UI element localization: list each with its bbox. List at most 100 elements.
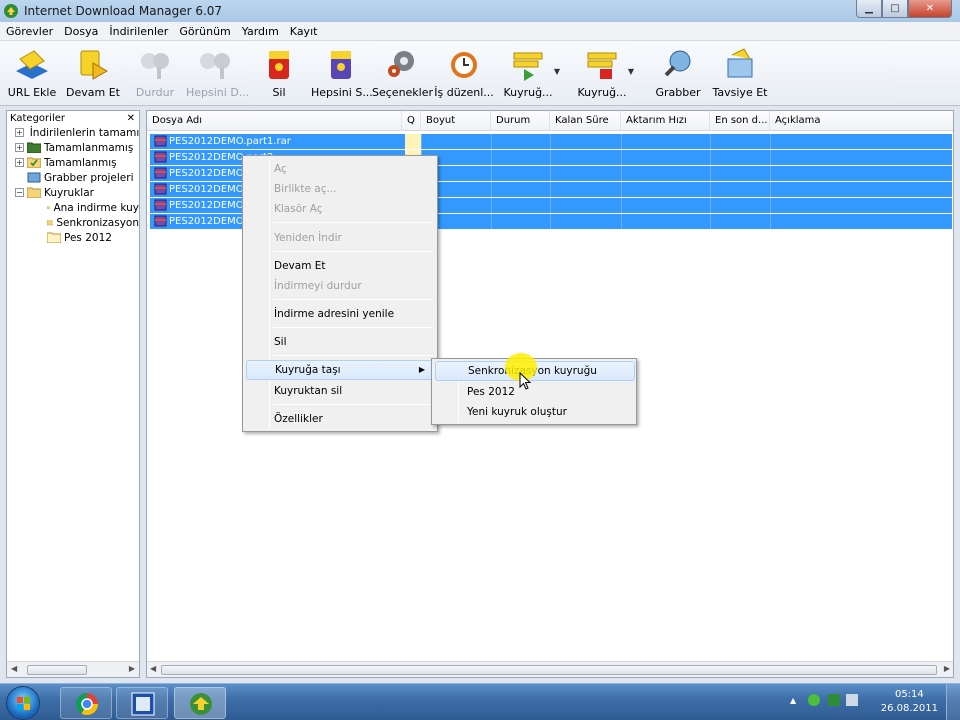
- tray-volume-icon[interactable]: [846, 694, 858, 706]
- close-button[interactable]: ✕: [908, 0, 952, 18]
- tray-idm-icon[interactable]: [828, 694, 840, 706]
- expand-icon[interactable]: +: [15, 143, 24, 152]
- queue-cell: [405, 134, 421, 149]
- collapse-icon[interactable]: −: [15, 188, 24, 197]
- table-row[interactable]: PES2012DEMO.part1.rar: [150, 134, 952, 149]
- tavsiye-et-button[interactable]: Tavsiye Et: [710, 45, 770, 99]
- secenekler-button[interactable]: Seçenekler: [372, 45, 433, 99]
- stop-queue-dropdown-icon[interactable]: ▼: [628, 67, 634, 76]
- taskbar-idm-button[interactable]: [174, 687, 226, 719]
- minimize-button[interactable]: ▁: [856, 0, 882, 18]
- menu-item-kuyruktan-sil[interactable]: Kuyruktan sil: [246, 381, 434, 401]
- start-queue-dropdown-icon[interactable]: ▼: [554, 67, 560, 76]
- category-tree: + İndirilenlerin tamamı + Tamamlanmamış …: [7, 125, 139, 245]
- categories-header: Kategoriler ✕: [10, 112, 135, 124]
- menu-kayit[interactable]: Kayıt: [284, 25, 323, 38]
- category-grabber-projects[interactable]: Grabber projeleri: [7, 170, 139, 185]
- expand-icon[interactable]: +: [15, 128, 24, 137]
- hepsini-durdur-button[interactable]: Hepsini D...: [186, 45, 249, 99]
- durdur-button[interactable]: Durdur: [125, 45, 185, 99]
- col-kalan-sure[interactable]: Kalan Süre: [550, 111, 621, 131]
- system-tray: ▲ 05:14 26.08.2011: [780, 684, 960, 720]
- col-en-son[interactable]: En son d...: [710, 111, 770, 131]
- kuyrugu-baslat-button[interactable]: Kuyruğ... ▼: [498, 45, 560, 99]
- menu-item-ac[interactable]: Aç: [246, 159, 434, 179]
- menu-item-ozellikler[interactable]: Özellikler: [246, 409, 434, 429]
- scrollbar-thumb[interactable]: [161, 665, 937, 675]
- show-desktop-button[interactable]: [946, 684, 960, 720]
- submenu-arrow-icon: ▶: [418, 365, 425, 374]
- start-button[interactable]: [6, 686, 40, 720]
- grabber-button[interactable]: Grabber: [648, 45, 708, 99]
- stop-icon: [141, 53, 169, 79]
- clock-time: 05:14: [894, 689, 924, 700]
- menu-item-devam-et[interactable]: Devam Et: [246, 256, 434, 276]
- expand-icon[interactable]: +: [15, 158, 24, 167]
- menu-separator: [273, 251, 433, 252]
- submenu-item-yeni-kuyruk[interactable]: Yeni kuyruk oluştur: [435, 402, 635, 422]
- clock[interactable]: 05:14 26.08.2011: [881, 688, 938, 716]
- menu-item-birlikte-ac[interactable]: Birlikte aç...: [246, 179, 434, 199]
- idm-logo-icon: [4, 4, 18, 18]
- scroll-right-icon[interactable]: ▶: [944, 664, 950, 673]
- category-all-downloads[interactable]: + İndirilenlerin tamamı: [7, 125, 139, 140]
- menu-gorevler[interactable]: Görevler: [0, 25, 58, 38]
- context-menu: Aç Birlikte aç... Klasör Aç Yeniden İndi…: [242, 155, 438, 432]
- resume-icon: [80, 50, 109, 80]
- col-boyut[interactable]: Boyut: [421, 111, 491, 131]
- taskbar-chrome-button[interactable]: [60, 687, 112, 719]
- queue-pes-2012[interactable]: Pes 2012: [7, 230, 139, 245]
- category-incomplete[interactable]: + Tamamlanmamış: [7, 140, 139, 155]
- windows-logo-icon: [17, 697, 30, 710]
- menu-item-adresi-yenile[interactable]: İndirme adresini yenile: [246, 304, 434, 324]
- toolbar: URL Ekle Devam Et Durdur Hepsini D... Si…: [0, 41, 960, 106]
- menu-item-indirmeyi-durdur[interactable]: İndirmeyi durdur: [246, 276, 434, 296]
- delete-all-icon: [331, 51, 351, 79]
- scrollbar-thumb[interactable]: [27, 665, 87, 675]
- menu-item-sil[interactable]: Sil: [246, 332, 434, 352]
- rar-file-icon: [154, 135, 167, 147]
- is-duzenleyici-button[interactable]: İş düzenl...: [434, 45, 494, 99]
- col-q[interactable]: Q: [402, 111, 421, 131]
- menu-item-kuyruga-tasi[interactable]: Kuyruğa taşı ▶: [246, 360, 434, 380]
- scroll-right-icon[interactable]: ▶: [129, 664, 135, 673]
- category-completed[interactable]: + Tamamlanmış: [7, 155, 139, 170]
- categories-horizontal-scrollbar[interactable]: ◀ ▶: [7, 661, 139, 677]
- menu-item-klasor-ac[interactable]: Klasör Aç: [246, 199, 434, 219]
- kuyrugu-durdur-button[interactable]: Kuyruğ... ▼: [572, 45, 634, 99]
- submenu-item-pes-2012[interactable]: Pes 2012: [435, 382, 635, 402]
- menu-dosya[interactable]: Dosya: [58, 25, 103, 38]
- col-aciklama[interactable]: Açıklama: [770, 111, 953, 131]
- scroll-left-icon[interactable]: ◀: [11, 664, 17, 673]
- tray-expand-icon[interactable]: ▲: [790, 696, 796, 705]
- rar-file-icon: [154, 167, 167, 179]
- devam-et-button[interactable]: Devam Et: [63, 45, 123, 99]
- menu-indirilenler[interactable]: İndirilenler: [103, 25, 173, 38]
- menu-gorunum[interactable]: Görünüm: [173, 25, 235, 38]
- col-dosya-adi[interactable]: Dosya Adı: [147, 111, 402, 131]
- close-categories-icon[interactable]: ✕: [127, 113, 135, 124]
- mouse-cursor-icon: [519, 372, 532, 390]
- taskbar-app-button[interactable]: [116, 687, 168, 719]
- queue-senkronizasyon[interactable]: Senkronizasyon: [7, 215, 139, 230]
- menu-bar: Görevler Dosya İndirilenler Görünüm Yard…: [0, 22, 960, 41]
- menu-item-yeniden-indir[interactable]: Yeniden İndir: [246, 228, 434, 248]
- sil-button[interactable]: Sil: [249, 45, 309, 99]
- tray-network-icon[interactable]: [808, 694, 820, 706]
- col-aktarim-hizi[interactable]: Aktarım Hızı: [621, 111, 710, 131]
- hepsini-sil-button[interactable]: Hepsini S...: [311, 45, 373, 99]
- col-durum[interactable]: Durum: [491, 111, 550, 131]
- url-ekle-button[interactable]: URL Ekle: [2, 45, 62, 99]
- rar-file-icon: [154, 183, 167, 195]
- window-title: Internet Download Manager 6.07: [24, 4, 223, 18]
- maximize-button[interactable]: □: [882, 0, 908, 18]
- scroll-left-icon[interactable]: ◀: [150, 664, 156, 673]
- column-header: Dosya Adı Q Boyut Durum Kalan Süre Aktar…: [147, 111, 953, 131]
- list-horizontal-scrollbar[interactable]: ◀ ▶: [147, 661, 953, 677]
- menu-yardim[interactable]: Yardım: [236, 25, 284, 38]
- app-window-icon: [131, 692, 155, 716]
- chrome-icon: [76, 693, 98, 715]
- category-queues[interactable]: − Kuyruklar: [7, 185, 139, 200]
- queue-main[interactable]: Ana indirme kuy: [7, 200, 139, 215]
- scheduler-clock-icon: [451, 52, 477, 78]
